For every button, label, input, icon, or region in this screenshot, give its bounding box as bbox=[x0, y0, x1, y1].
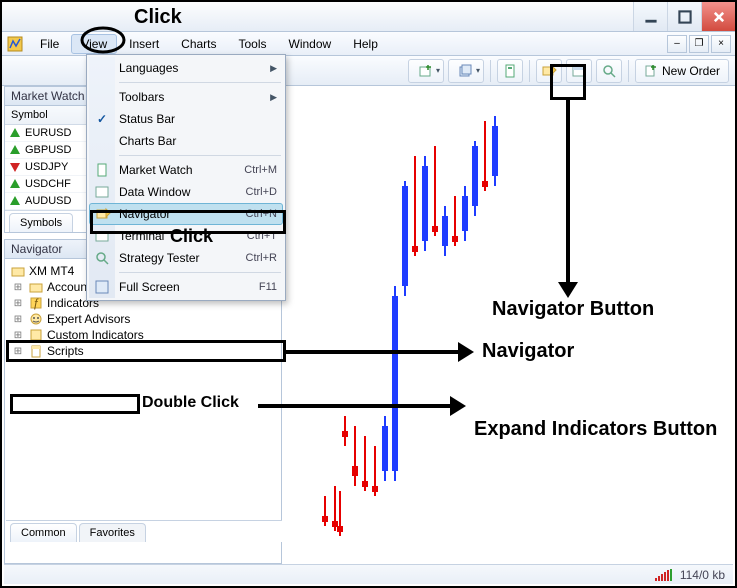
tree-item-label: Custom Indicators bbox=[47, 328, 144, 342]
tree-item-custom-indicators[interactable]: ⊞ Custom Indicators bbox=[11, 327, 275, 343]
folder-icon bbox=[11, 264, 25, 278]
status-bar: 114/0 kb bbox=[4, 564, 733, 584]
menu-strategy-tester[interactable]: Strategy TesterCtrl+R bbox=[89, 247, 283, 269]
anno-expand-indicators: Expand Indicators Button bbox=[474, 418, 717, 440]
tree-item-label: Expert Advisors bbox=[47, 312, 130, 326]
tab-symbols[interactable]: Symbols bbox=[9, 213, 73, 232]
tab-common[interactable]: Common bbox=[10, 523, 77, 542]
menu-charts[interactable]: Charts bbox=[171, 34, 226, 54]
menu-market-watch[interactable]: Market WatchCtrl+M bbox=[89, 159, 283, 181]
tree-node-icon bbox=[29, 280, 43, 294]
window-close-button[interactable] bbox=[701, 2, 735, 31]
check-icon: ✓ bbox=[94, 111, 110, 127]
new-order-icon bbox=[644, 64, 658, 78]
menu-navigator[interactable]: NavigatorCtrl+N bbox=[89, 203, 283, 225]
anno-navigator: Navigator bbox=[482, 340, 574, 363]
market-watch-icon bbox=[94, 162, 110, 178]
terminal-icon bbox=[94, 228, 110, 244]
toolbar-new-chart-button[interactable] bbox=[408, 59, 444, 83]
symbol-label: GBPUSD bbox=[25, 144, 71, 156]
view-dropdown: Languages▶ Toolbars▶ ✓ Status Bar Charts… bbox=[86, 54, 286, 301]
arrow-up-icon bbox=[9, 178, 21, 190]
anno-nav-button: Navigator Button bbox=[492, 298, 654, 321]
menu-insert[interactable]: Insert bbox=[119, 34, 169, 54]
menu-data-window[interactable]: Data WindowCtrl+D bbox=[89, 181, 283, 203]
anno-line-v bbox=[566, 100, 570, 290]
arrow-up-icon bbox=[9, 127, 21, 139]
tab-favorites[interactable]: Favorites bbox=[79, 523, 146, 542]
tree-item-scripts[interactable]: ⊞ Scripts bbox=[11, 343, 275, 359]
arrow-down-icon bbox=[9, 161, 21, 173]
toolbar-navigator-button[interactable] bbox=[536, 59, 562, 83]
menu-status-bar[interactable]: ✓ Status Bar bbox=[89, 108, 283, 130]
anno-click-top: Click bbox=[134, 6, 182, 29]
connection-label: 114/0 kb bbox=[680, 568, 725, 582]
tree-node-icon bbox=[29, 312, 43, 326]
expand-icon[interactable]: ⊞ bbox=[11, 282, 25, 293]
mdi-close[interactable]: × bbox=[711, 35, 731, 53]
toolbar-terminal-button[interactable] bbox=[566, 59, 592, 83]
toolbar-market-watch-button[interactable] bbox=[497, 59, 523, 83]
tree-node-icon: ƒ bbox=[29, 296, 43, 310]
toolbar-profiles-button[interactable] bbox=[448, 59, 484, 83]
mdi-minimize[interactable]: – bbox=[667, 35, 687, 53]
expand-icon[interactable]: ⊞ bbox=[11, 330, 25, 341]
arrow-up-icon bbox=[9, 144, 21, 156]
tree-item-expert-advisors[interactable]: ⊞ Expert Advisors bbox=[11, 311, 275, 327]
symbol-label: EURUSD bbox=[25, 127, 71, 139]
toolbar-new-order-button[interactable]: New Order bbox=[635, 59, 729, 83]
window-minimize-button[interactable] bbox=[633, 2, 667, 31]
mdi-restore[interactable]: ❐ bbox=[689, 35, 709, 53]
tree-item-label: Scripts bbox=[47, 344, 84, 358]
strategy-tester-icon bbox=[94, 250, 110, 266]
menu-charts-bar[interactable]: Charts Bar bbox=[89, 130, 283, 152]
symbol-label: USDCHF bbox=[25, 178, 71, 190]
symbol-label: USDJPY bbox=[25, 161, 68, 173]
app-icon bbox=[6, 35, 24, 53]
arrow-up-icon bbox=[9, 195, 21, 207]
symbol-label: AUDUSD bbox=[25, 195, 71, 207]
menu-help[interactable]: Help bbox=[343, 34, 388, 54]
menu-toolbars[interactable]: Toolbars▶ bbox=[89, 86, 283, 108]
window-maximize-button[interactable] bbox=[667, 2, 701, 31]
expand-icon[interactable]: ⊞ bbox=[11, 298, 25, 309]
toolbar-tester-button[interactable] bbox=[596, 59, 622, 83]
menu-full-screen[interactable]: Full ScreenF11 bbox=[89, 276, 283, 298]
anno-click-menu: Click bbox=[170, 226, 213, 247]
connection-icon bbox=[655, 569, 672, 581]
fullscreen-icon bbox=[94, 279, 110, 295]
anno-line-ind bbox=[258, 404, 458, 408]
menu-window[interactable]: Window bbox=[279, 34, 342, 54]
expand-icon[interactable]: ⊞ bbox=[11, 346, 25, 357]
chart-area[interactable] bbox=[282, 86, 733, 564]
navigator-icon bbox=[95, 206, 111, 222]
svg-text:ƒ: ƒ bbox=[33, 296, 40, 310]
anno-double-click: Double Click bbox=[142, 394, 239, 412]
new-order-label: New Order bbox=[662, 64, 720, 78]
data-window-icon bbox=[94, 184, 110, 200]
tree-node-icon bbox=[29, 328, 43, 342]
menu-tools[interactable]: Tools bbox=[229, 34, 277, 54]
menu-file[interactable]: File bbox=[30, 34, 69, 54]
expand-icon[interactable]: ⊞ bbox=[11, 314, 25, 325]
tree-node-icon bbox=[29, 344, 43, 358]
anno-line-nav bbox=[286, 350, 466, 354]
